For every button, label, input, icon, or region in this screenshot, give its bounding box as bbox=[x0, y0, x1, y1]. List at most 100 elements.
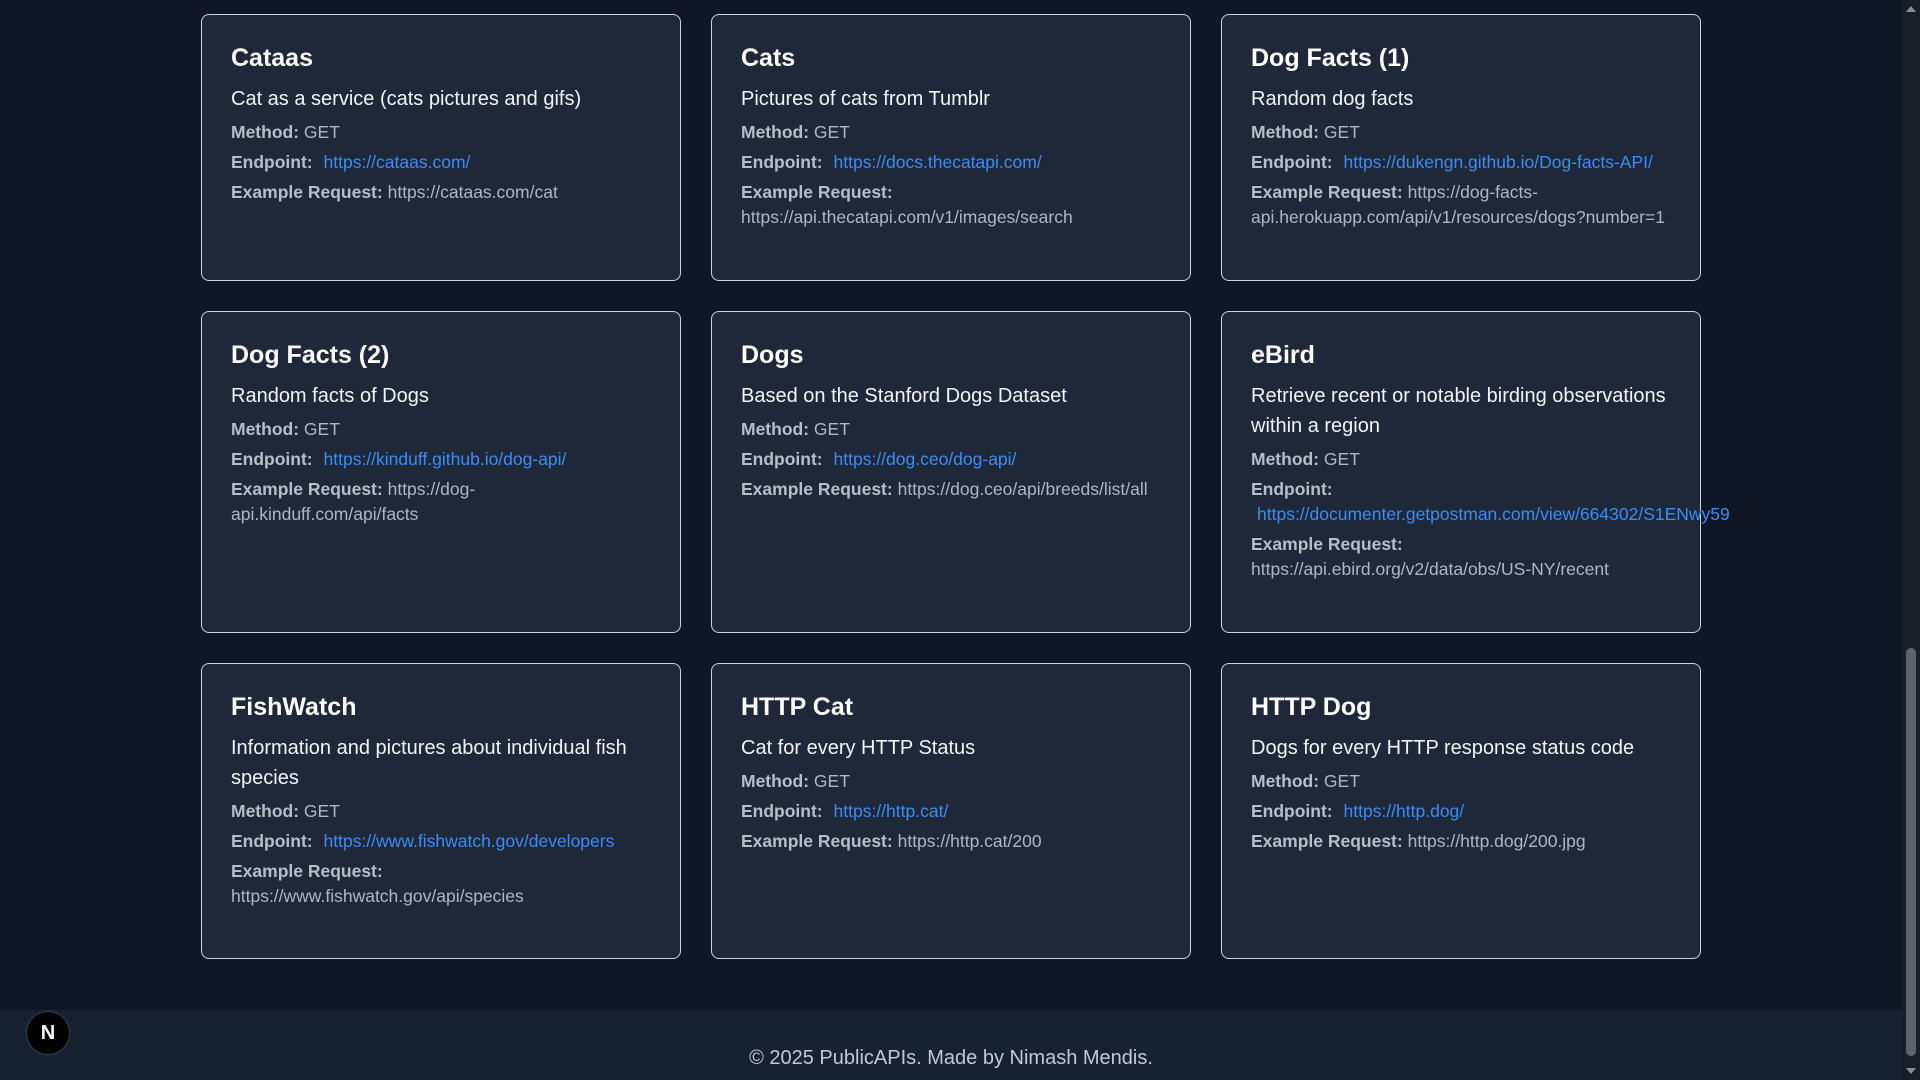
card-description: Based on the Stanford Dogs Dataset bbox=[741, 385, 1067, 408]
card-endpoint: Endpoint: https://docs.thecatapi.com/ bbox=[741, 150, 1161, 175]
example-request: https://http.dog/200.jpg bbox=[1407, 831, 1586, 852]
card-description: Random dog facts bbox=[1251, 88, 1414, 111]
card-description: Dogs for every HTTP response status code bbox=[1251, 737, 1635, 760]
card-description: Pictures of cats from Tumblr bbox=[741, 88, 990, 111]
method-label: Method: bbox=[1251, 771, 1320, 792]
example-label: Example Request: bbox=[1251, 182, 1403, 203]
card-example: Example Request: https://dog-facts-api.h… bbox=[1251, 180, 1671, 230]
api-card: eBird Retrieve recent or notable birding… bbox=[1221, 311, 1730, 633]
example-request: https://cataas.com/cat bbox=[387, 182, 558, 203]
endpoint-link[interactable]: https://dog.ceo/dog-api/ bbox=[834, 449, 1017, 469]
endpoint-link[interactable]: https://www.fishwatch.gov/developers bbox=[324, 831, 615, 851]
card-endpoint: Endpoint: https://dukengn.github.io/Dog-… bbox=[1251, 150, 1671, 175]
card-title: Dogs bbox=[741, 341, 804, 369]
scrollbar[interactable] bbox=[1902, 0, 1920, 1080]
card-example: Example Request: https://cataas.com/cat bbox=[231, 180, 651, 205]
example-label: Example Request: bbox=[231, 861, 383, 882]
endpoint-label: Endpoint: bbox=[231, 152, 313, 173]
card-example: Example Request: https://http.cat/200 bbox=[741, 829, 1161, 854]
card-example: Example Request: https://api.ebird.org/v… bbox=[1251, 532, 1671, 582]
method-label: Method: bbox=[231, 122, 300, 143]
example-request: https://api.thecatapi.com/v1/images/sear… bbox=[741, 207, 1073, 228]
api-card: HTTP Cat Cat for every HTTP Status Metho… bbox=[711, 663, 1191, 959]
card-title: FishWatch bbox=[231, 693, 357, 721]
example-request: https://www.fishwatch.gov/api/species bbox=[231, 886, 524, 907]
card-description: Information and pictures about individua… bbox=[231, 737, 627, 790]
api-card: Cats Pictures of cats from Tumblr Method… bbox=[711, 14, 1191, 281]
endpoint-label: Endpoint: bbox=[1251, 801, 1333, 822]
endpoint-link[interactable]: https://docs.thecatapi.com/ bbox=[834, 152, 1042, 172]
example-label: Example Request: bbox=[231, 182, 383, 203]
api-card: Dog Facts (1) Random dog facts Method: G… bbox=[1221, 14, 1701, 281]
card-endpoint: Endpoint: https://http.cat/ bbox=[741, 799, 1161, 824]
example-request: https://api.ebird.org/v2/data/obs/US-NY/… bbox=[1251, 559, 1609, 580]
card-method: Method: GET bbox=[1251, 447, 1671, 472]
endpoint-label: Endpoint: bbox=[741, 801, 823, 822]
nextjs-badge-icon[interactable]: N bbox=[26, 1011, 70, 1055]
card-endpoint: Endpoint: https://www.fishwatch.gov/deve… bbox=[231, 829, 651, 854]
endpoint-label: Endpoint: bbox=[741, 152, 823, 173]
method-value: GET bbox=[813, 419, 850, 440]
example-label: Example Request: bbox=[231, 479, 383, 500]
card-example: Example Request: https://www.fishwatch.g… bbox=[231, 859, 651, 909]
card-endpoint: Endpoint: https://cataas.com/ bbox=[231, 150, 651, 175]
api-card: Cataas Cat as a service (cats pictures a… bbox=[201, 14, 681, 281]
api-card: HTTP Dog Dogs for every HTTP response st… bbox=[1221, 663, 1701, 959]
card-title: eBird bbox=[1251, 341, 1315, 369]
card-method: Method: GET bbox=[1251, 120, 1671, 145]
card-description: Random facts of Dogs bbox=[231, 385, 429, 408]
footer-text: © 2025 PublicAPIs. Made by Nimash Mendis… bbox=[749, 1046, 1153, 1069]
example-request: https://http.cat/200 bbox=[897, 831, 1042, 852]
endpoint-link[interactable]: https://kinduff.github.io/dog-api/ bbox=[324, 449, 567, 469]
card-endpoint: Endpoint: https://kinduff.github.io/dog-… bbox=[231, 447, 651, 472]
card-example: Example Request: https://api.thecatapi.c… bbox=[741, 180, 1161, 230]
endpoint-label: Endpoint: bbox=[231, 831, 313, 852]
example-label: Example Request: bbox=[741, 182, 893, 203]
card-description: Cat for every HTTP Status bbox=[741, 737, 976, 760]
method-value: GET bbox=[303, 801, 340, 822]
card-title: Cataas bbox=[231, 44, 313, 72]
footer: © 2025 PublicAPIs. Made by Nimash Mendis… bbox=[0, 1010, 1902, 1080]
method-value: GET bbox=[813, 122, 850, 143]
api-card: Dog Facts (2) Random facts of Dogs Metho… bbox=[201, 311, 681, 633]
method-value: GET bbox=[1323, 771, 1360, 792]
card-method: Method: GET bbox=[231, 417, 651, 442]
scroll-thumb[interactable] bbox=[1906, 648, 1916, 1056]
endpoint-link[interactable]: https://dukengn.github.io/Dog-facts-API/ bbox=[1344, 152, 1653, 172]
method-value: GET bbox=[1323, 122, 1360, 143]
badge-letter: N bbox=[40, 1021, 56, 1044]
api-card-grid: Cataas Cat as a service (cats pictures a… bbox=[201, 14, 1730, 959]
card-example: Example Request: https://dog-api.kinduff… bbox=[231, 477, 651, 527]
endpoint-link[interactable]: https://http.cat/ bbox=[834, 801, 949, 821]
method-label: Method: bbox=[741, 771, 810, 792]
scroll-down-arrow-icon[interactable] bbox=[1906, 1068, 1916, 1074]
card-method: Method: GET bbox=[231, 120, 651, 145]
card-example: Example Request: https://http.dog/200.jp… bbox=[1251, 829, 1671, 854]
scroll-up-arrow-icon[interactable] bbox=[1906, 6, 1916, 12]
example-label: Example Request: bbox=[1251, 831, 1403, 852]
card-description: Retrieve recent or notable birding obser… bbox=[1251, 385, 1666, 438]
card-method: Method: GET bbox=[741, 417, 1161, 442]
card-title: HTTP Dog bbox=[1251, 693, 1372, 721]
example-request: https://dog.ceo/api/breeds/list/all bbox=[897, 479, 1148, 500]
example-label: Example Request: bbox=[741, 479, 893, 500]
card-title: Dog Facts (1) bbox=[1251, 44, 1410, 72]
endpoint-label: Endpoint: bbox=[1251, 479, 1333, 500]
method-label: Method: bbox=[741, 122, 810, 143]
endpoint-link[interactable]: https://cataas.com/ bbox=[324, 152, 471, 172]
card-method: Method: GET bbox=[741, 120, 1161, 145]
card-title: Cats bbox=[741, 44, 796, 72]
method-value: GET bbox=[1323, 449, 1360, 470]
card-title: Dog Facts (2) bbox=[231, 341, 390, 369]
method-label: Method: bbox=[1251, 122, 1320, 143]
api-card: FishWatch Information and pictures about… bbox=[201, 663, 681, 959]
method-value: GET bbox=[303, 419, 340, 440]
endpoint-link[interactable]: https://http.dog/ bbox=[1344, 801, 1465, 821]
endpoint-label: Endpoint: bbox=[231, 449, 313, 470]
endpoint-link[interactable]: https://documenter.getpostman.com/view/6… bbox=[1257, 504, 1730, 524]
card-example: Example Request: https://dog.ceo/api/bre… bbox=[741, 477, 1161, 502]
endpoint-label: Endpoint: bbox=[741, 449, 823, 470]
method-label: Method: bbox=[1251, 449, 1320, 470]
card-method: Method: GET bbox=[741, 769, 1161, 794]
endpoint-label: Endpoint: bbox=[1251, 152, 1333, 173]
